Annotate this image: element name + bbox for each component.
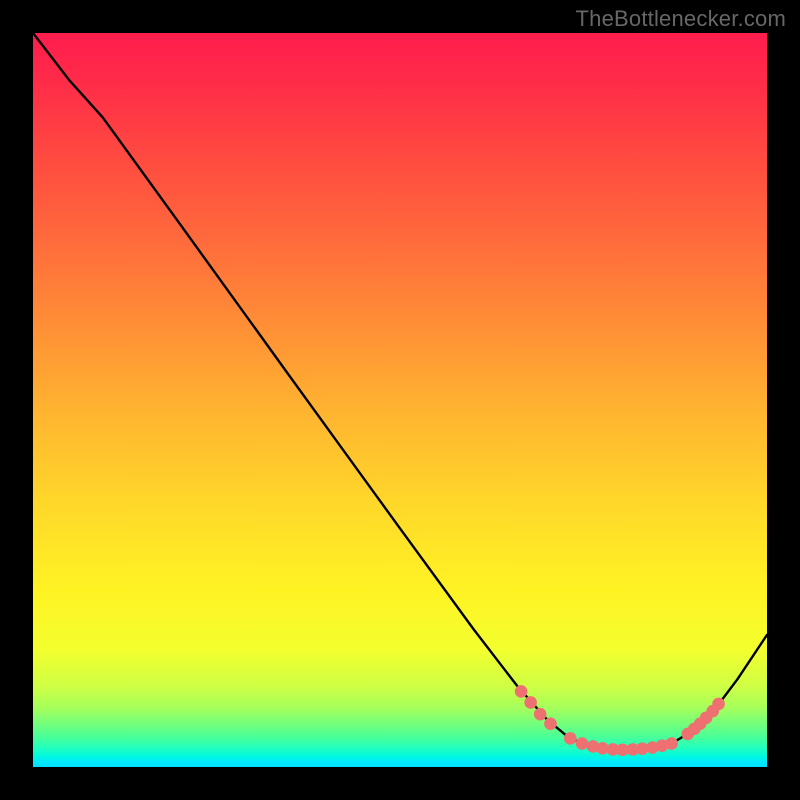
data-dot [524,696,537,709]
data-dot [576,737,589,750]
chart-frame: TheBottlenecker.com [0,0,800,800]
data-dot [564,732,577,745]
watermark-text: TheBottlenecker.com [576,6,786,32]
data-dot [665,737,678,750]
data-dot [544,717,557,730]
bottleneck-curve [33,33,767,750]
plot-area [33,33,767,767]
dot-layer [515,685,725,756]
plot-svg [33,33,767,767]
data-dot [534,708,547,721]
data-dot [515,685,528,698]
data-dot [712,698,725,711]
